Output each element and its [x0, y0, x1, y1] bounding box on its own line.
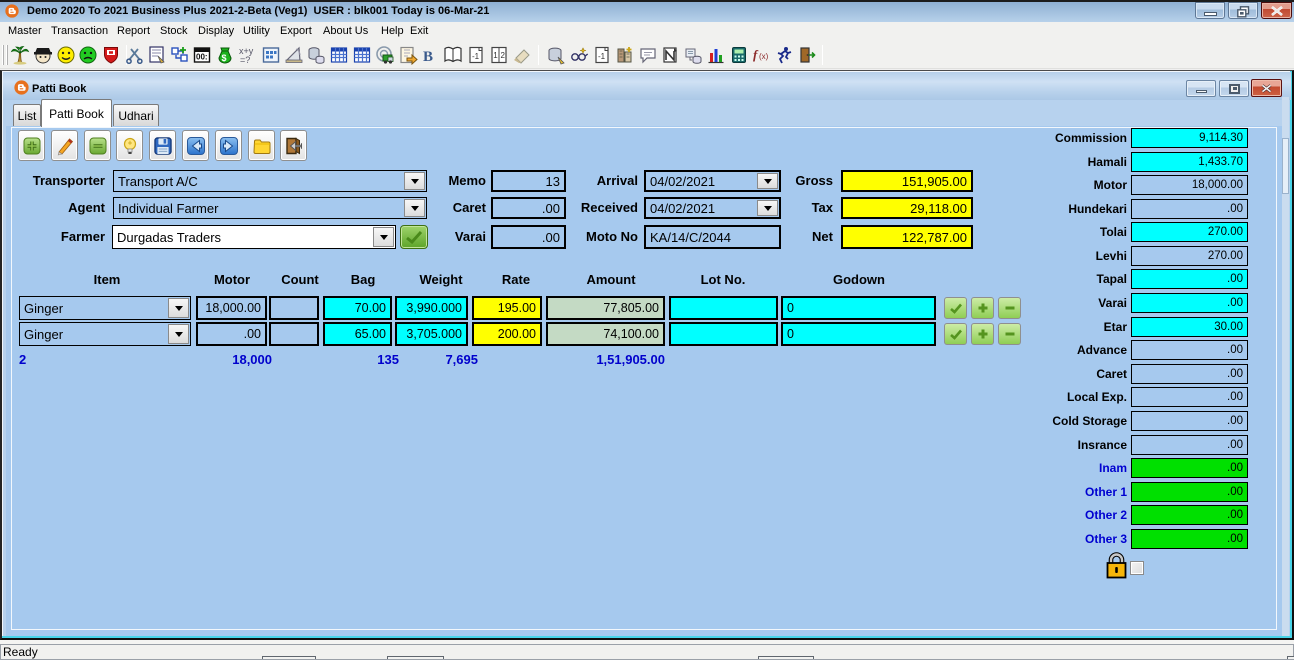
- svg-text:2: 2: [501, 51, 506, 60]
- svg-text:1: 1: [493, 51, 498, 60]
- svg-text:-1: -1: [598, 52, 606, 61]
- svg-text:-1: -1: [472, 52, 480, 61]
- svg-text:B: B: [423, 49, 433, 65]
- svg-text:(x): (x): [759, 52, 769, 61]
- svg-text:$: $: [222, 53, 227, 63]
- svg-text:00:: 00:: [196, 53, 208, 62]
- svg-text:=?: =?: [240, 55, 250, 65]
